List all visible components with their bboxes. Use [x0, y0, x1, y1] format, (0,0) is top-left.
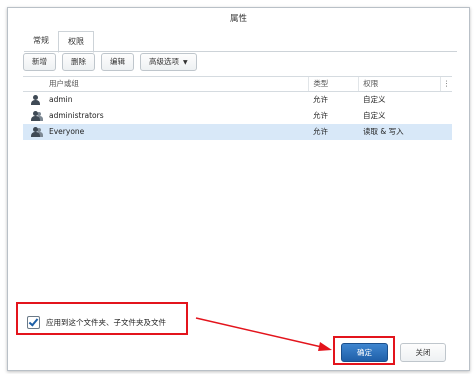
permission-toolbar: 新增 删除 编辑 高级选项 ▼: [23, 53, 197, 71]
row-permission: 自定义: [363, 111, 386, 120]
tab-permissions[interactable]: 权限: [58, 31, 94, 53]
user-icon: [23, 92, 47, 108]
advanced-options-label: 高级选项: [149, 57, 179, 66]
group-icon: [23, 108, 47, 124]
caret-down-icon: ▼: [183, 59, 188, 66]
row-type: 允许: [313, 95, 328, 104]
row-name: administrators: [49, 111, 104, 120]
table-row[interactable]: admin 允许 自定义: [23, 92, 452, 108]
table-row[interactable]: administrators 允许 自定义: [23, 108, 452, 124]
table-header: 用户或组 类型 权限 ⋮: [23, 77, 452, 92]
tab-divider: [24, 51, 457, 52]
header-user-or-group[interactable]: 用户或组: [47, 77, 308, 91]
delete-button[interactable]: 删除: [62, 53, 95, 71]
row-permission: 读取 & 写入: [363, 127, 404, 136]
advanced-options-button[interactable]: 高级选项 ▼: [140, 53, 197, 71]
row-type: 允许: [313, 127, 328, 136]
tab-general[interactable]: 常规: [24, 31, 58, 51]
permissions-table: 用户或组 类型 权限 ⋮ admin 允许 自定义 administrators…: [23, 76, 452, 293]
header-permission[interactable]: 权限: [358, 77, 440, 91]
row-type: 允许: [313, 111, 328, 120]
header-type[interactable]: 类型: [308, 77, 358, 91]
row-name: admin: [49, 95, 73, 104]
row-name: Everyone: [49, 127, 85, 136]
dialog-title: 属性: [229, 14, 247, 24]
edit-button[interactable]: 编辑: [101, 53, 134, 71]
tab-bar: 常规 权限: [24, 31, 94, 53]
new-button[interactable]: 新增: [23, 53, 56, 71]
group-icon: [23, 124, 47, 140]
annotation-box-checkbox: [16, 302, 188, 335]
row-permission: 自定义: [363, 95, 386, 104]
column-menu-icon[interactable]: ⋮: [440, 77, 452, 91]
ok-button[interactable]: 确定: [341, 343, 388, 362]
close-button[interactable]: 关闭: [400, 343, 446, 362]
table-row[interactable]: Everyone 允许 读取 & 写入: [23, 124, 452, 140]
